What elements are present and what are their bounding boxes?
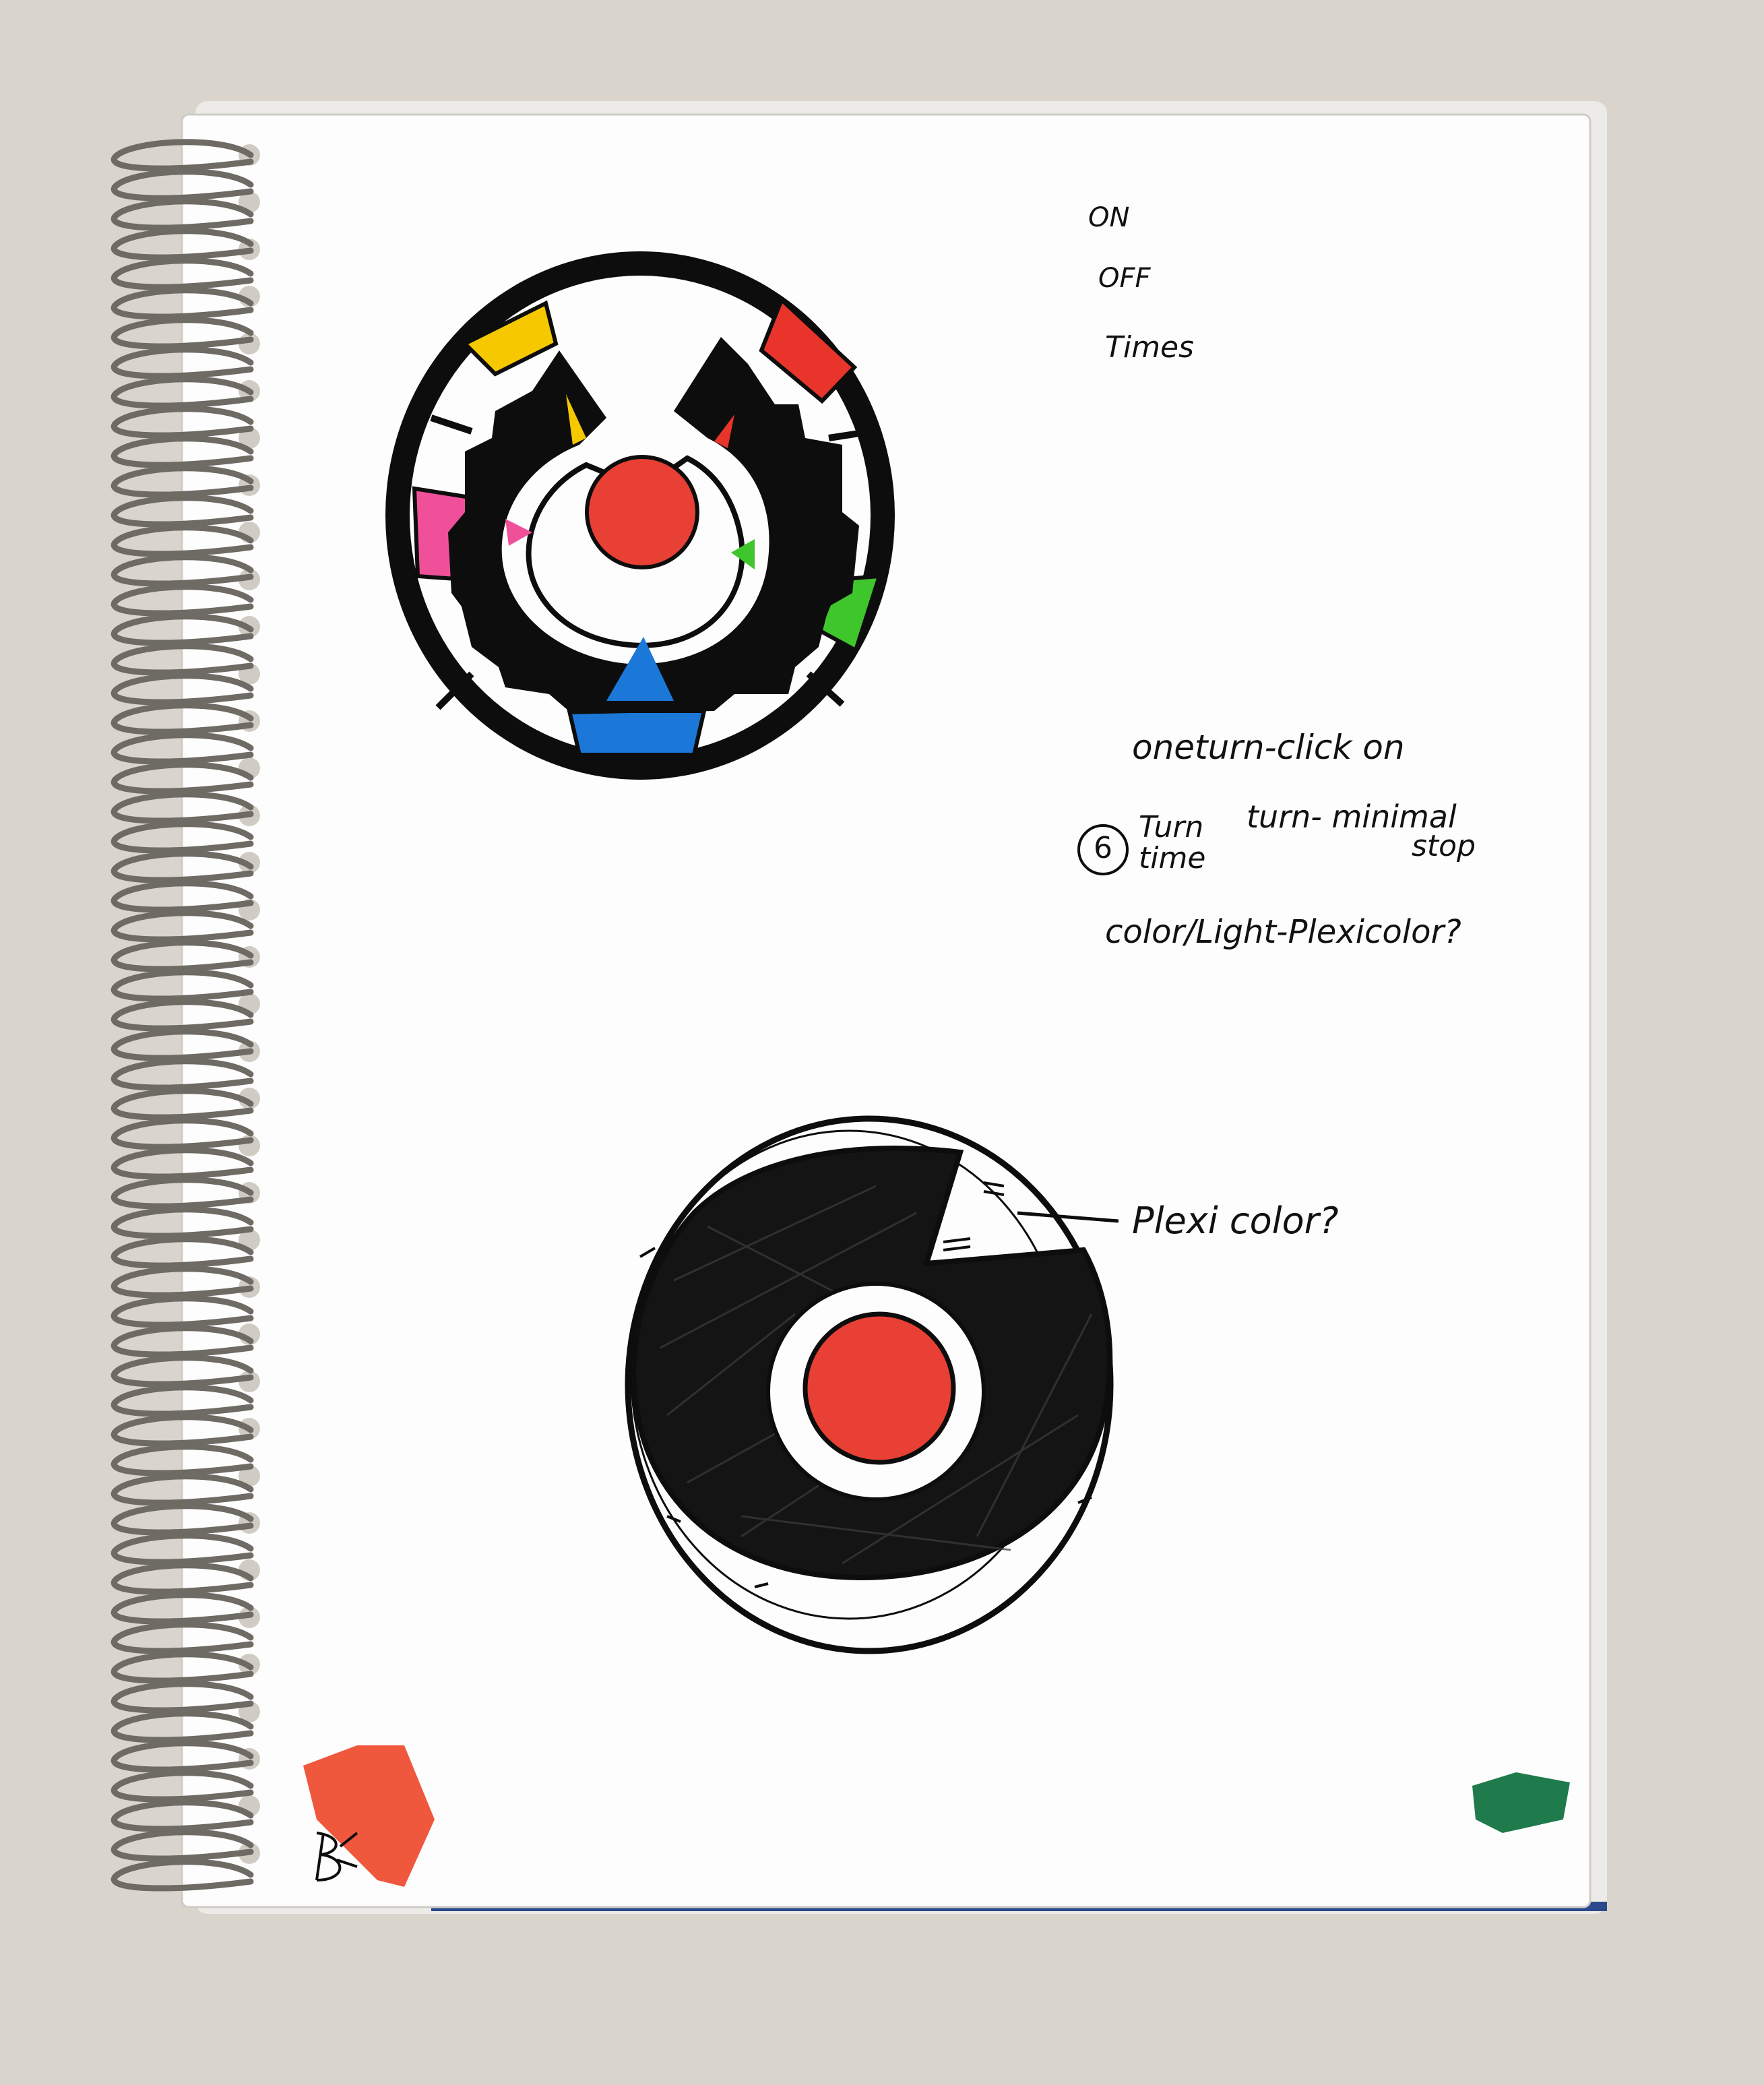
- note-off: OFF: [1098, 263, 1151, 294]
- note-plexi-color: Plexi color?: [1132, 1200, 1339, 1242]
- note-on: ON: [1088, 202, 1130, 233]
- notebook-photo: [0, 0, 1764, 2085]
- note-stop: stop: [1412, 829, 1476, 863]
- note-oneturn: oneturn-click on: [1132, 728, 1405, 767]
- note-circled-number: 6: [1094, 831, 1112, 865]
- note-times: Times: [1105, 330, 1194, 365]
- top-dial-drawing: [385, 251, 895, 780]
- note-turn-time: Turn time: [1139, 810, 1206, 875]
- note-color-light: color/Light-Plexicolor?: [1105, 913, 1461, 951]
- bottom-dial-drawing: [625, 1115, 1119, 1654]
- center-red-dot: [585, 455, 699, 569]
- bottom-center-red-dot: [802, 1311, 956, 1465]
- blue-segment: [567, 709, 707, 757]
